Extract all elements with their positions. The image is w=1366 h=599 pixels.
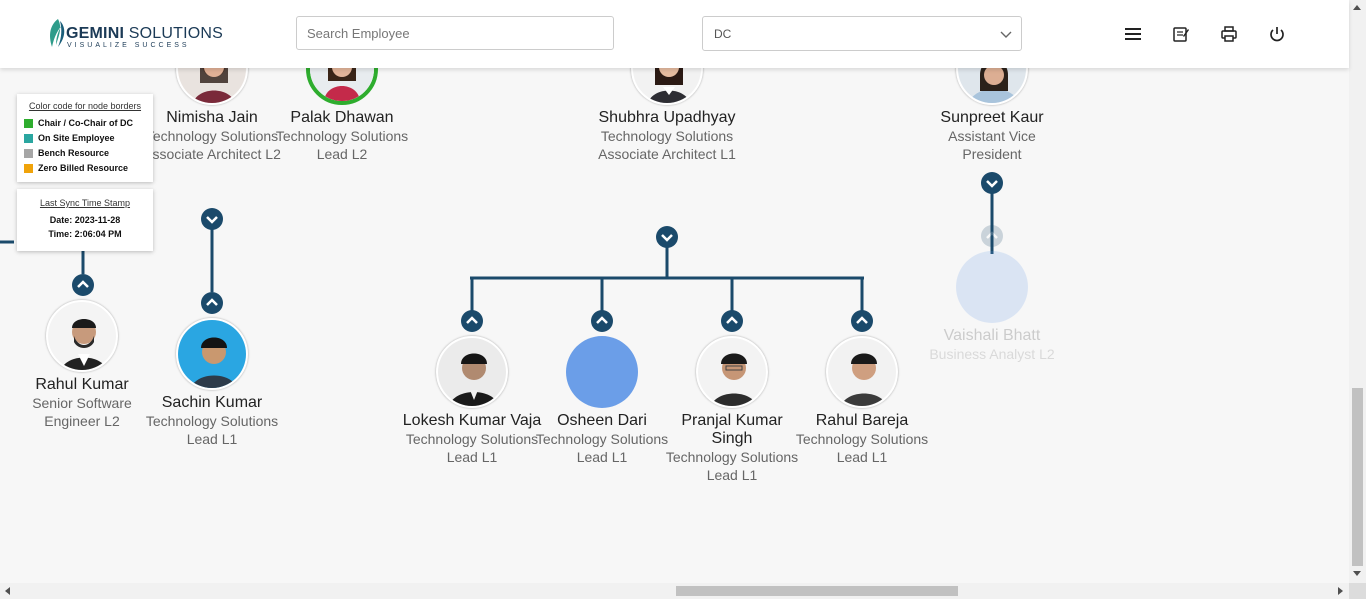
legend-swatch xyxy=(24,134,33,143)
employee-designation: Business Analyst L2 xyxy=(929,346,1055,362)
expand-toggle-icon[interactable] xyxy=(656,226,678,248)
employee-designation: Technology Solutions Lead L1 xyxy=(145,413,279,447)
employee-photo-placeholder xyxy=(956,251,1028,323)
employee-designation: Senior Software Engineer L2 xyxy=(32,395,132,429)
employee-name: Rahul Kumar xyxy=(35,376,129,393)
vertical-scrollbar[interactable] xyxy=(1349,0,1366,583)
company-logo[interactable]: GEMINI SOLUTIONS VISUALIZE SUCCESS xyxy=(46,17,223,51)
employee-photo xyxy=(696,336,768,408)
horizontal-scroll-thumb[interactable] xyxy=(676,586,958,596)
app-header: GEMINI SOLUTIONS VISUALIZE SUCCESS DC xyxy=(0,0,1349,68)
employee-photo xyxy=(46,300,118,372)
collapse-toggle-icon[interactable] xyxy=(72,274,94,296)
employee-photo xyxy=(176,68,248,105)
employee-node-rahul-bareja[interactable]: Rahul Bareja Technology Solutions Lead L… xyxy=(792,336,932,466)
employee-node-sachin-kumar[interactable]: Sachin Kumar Technology Solutions Lead L… xyxy=(142,318,282,448)
menu-icon[interactable] xyxy=(1124,25,1142,43)
employee-node-pranjal-kumar-singh[interactable]: Pranjal Kumar Singh Technology Solutions… xyxy=(662,336,802,484)
collapse-toggle-icon[interactable] xyxy=(461,310,483,332)
collapse-toggle-icon[interactable] xyxy=(721,310,743,332)
legend-swatch xyxy=(24,149,33,158)
chevron-down-icon xyxy=(1000,31,1012,38)
search-employee-input[interactable] xyxy=(296,16,614,50)
collapse-toggle-icon[interactable] xyxy=(201,292,223,314)
employee-photo xyxy=(956,68,1028,105)
collapse-toggle-icon[interactable] xyxy=(851,310,873,332)
notes-icon[interactable] xyxy=(1172,25,1190,43)
power-icon[interactable] xyxy=(1268,25,1286,43)
legend-item-chair: Chair / Co-Chair of DC xyxy=(17,116,153,131)
org-chart-canvas[interactable]: Nimisha Jain Technology Solutions Associ… xyxy=(0,68,1349,583)
legend-item-bench: Bench Resource xyxy=(17,146,153,161)
sync-time: Time: 2:06:04 PM xyxy=(48,229,122,239)
employee-node-palak-dhawan[interactable]: Palak Dhawan Technology Solutions Lead L… xyxy=(272,68,412,163)
employee-designation: Technology Solutions Lead L1 xyxy=(405,431,539,465)
logo-name: GEMINI SOLUTIONS xyxy=(66,25,223,42)
employee-photo xyxy=(436,336,508,408)
scrollbar-corner xyxy=(1349,583,1366,599)
employee-name: Palak Dhawan xyxy=(290,109,394,126)
collapse-toggle-icon[interactable] xyxy=(591,310,613,332)
employee-designation: Technology Solutions Associate Architect… xyxy=(143,128,281,162)
sync-title: Last Sync Time Stamp xyxy=(39,198,131,208)
sync-date: Date: 2023-11-28 xyxy=(49,215,121,225)
print-icon[interactable] xyxy=(1220,25,1238,43)
legend-swatch xyxy=(24,119,33,128)
employee-designation: Technology Solutions Lead L1 xyxy=(795,431,929,465)
employee-name: Sachin Kumar xyxy=(161,394,263,411)
employee-designation: Technology Solutions Associate Architect… xyxy=(598,128,736,162)
employee-designation: Assistant Vice President xyxy=(948,128,1036,162)
employee-node-sunpreet-kaur[interactable]: Sunpreet Kaur Assistant Vice President xyxy=(922,68,1062,163)
node-border-legend: Color code for node borders Chair / Co-C… xyxy=(17,94,153,182)
employee-node-lokesh-kumar-vaja[interactable]: Lokesh Kumar Vaja Technology Solutions L… xyxy=(402,336,542,466)
employee-photo xyxy=(826,336,898,408)
department-select-value: DC xyxy=(714,27,732,41)
legend-title: Color code for node borders xyxy=(28,101,142,111)
employee-name: Pranjal Kumar Singh xyxy=(681,412,783,447)
employee-node-osheen-dari[interactable]: Osheen Dari Technology Solutions Lead L1 xyxy=(532,336,672,466)
legend-item-on-site: On Site Employee xyxy=(17,131,153,146)
employee-photo-placeholder xyxy=(566,336,638,408)
employee-name: Vaishali Bhatt xyxy=(943,327,1041,344)
employee-photo xyxy=(176,318,248,390)
employee-name: Sunpreet Kaur xyxy=(940,109,1044,126)
employee-designation: Technology Solutions Lead L2 xyxy=(275,128,409,162)
legend-swatch xyxy=(24,164,33,173)
scroll-right-arrow-icon[interactable] xyxy=(1338,587,1343,595)
vertical-scroll-thumb[interactable] xyxy=(1352,388,1363,566)
scroll-down-arrow-icon[interactable] xyxy=(1353,571,1361,576)
logo-tagline: VISUALIZE SUCCESS xyxy=(67,42,190,49)
scroll-left-arrow-icon[interactable] xyxy=(5,587,10,595)
employee-name: Rahul Bareja xyxy=(815,412,909,429)
expand-toggle-icon[interactable] xyxy=(201,208,223,230)
employee-name: Shubhra Upadhyay xyxy=(598,109,736,126)
department-select[interactable]: DC xyxy=(702,16,1022,51)
employee-node-rahul-kumar[interactable]: Rahul Kumar Senior Software Engineer L2 xyxy=(12,300,152,430)
employee-name: Nimisha Jain xyxy=(166,109,258,126)
employee-node-shubhra-upadhyay[interactable]: Shubhra Upadhyay Technology Solutions As… xyxy=(597,68,737,163)
logo-leaf-icon xyxy=(50,19,65,47)
expand-toggle-icon[interactable] xyxy=(981,172,1003,194)
employee-node-vaishali-bhatt[interactable]: Vaishali Bhatt Business Analyst L2 xyxy=(922,251,1062,363)
last-sync-panel: Last Sync Time Stamp Date: 2023-11-28 Ti… xyxy=(17,189,153,251)
horizontal-scrollbar[interactable] xyxy=(0,583,1349,599)
employee-photo xyxy=(306,68,378,105)
employee-designation: Technology Solutions Lead L1 xyxy=(665,449,799,483)
employee-photo xyxy=(631,68,703,105)
collapse-toggle-icon[interactable] xyxy=(981,225,1003,247)
scroll-up-arrow-icon[interactable] xyxy=(1353,5,1361,10)
employee-designation: Technology Solutions Lead L1 xyxy=(535,431,669,465)
employee-name: Osheen Dari xyxy=(557,412,647,429)
employee-node-nimisha-jain[interactable]: Nimisha Jain Technology Solutions Associ… xyxy=(142,68,282,163)
legend-item-zero-billed: Zero Billed Resource xyxy=(17,161,153,176)
employee-name: Lokesh Kumar Vaja xyxy=(402,412,542,429)
